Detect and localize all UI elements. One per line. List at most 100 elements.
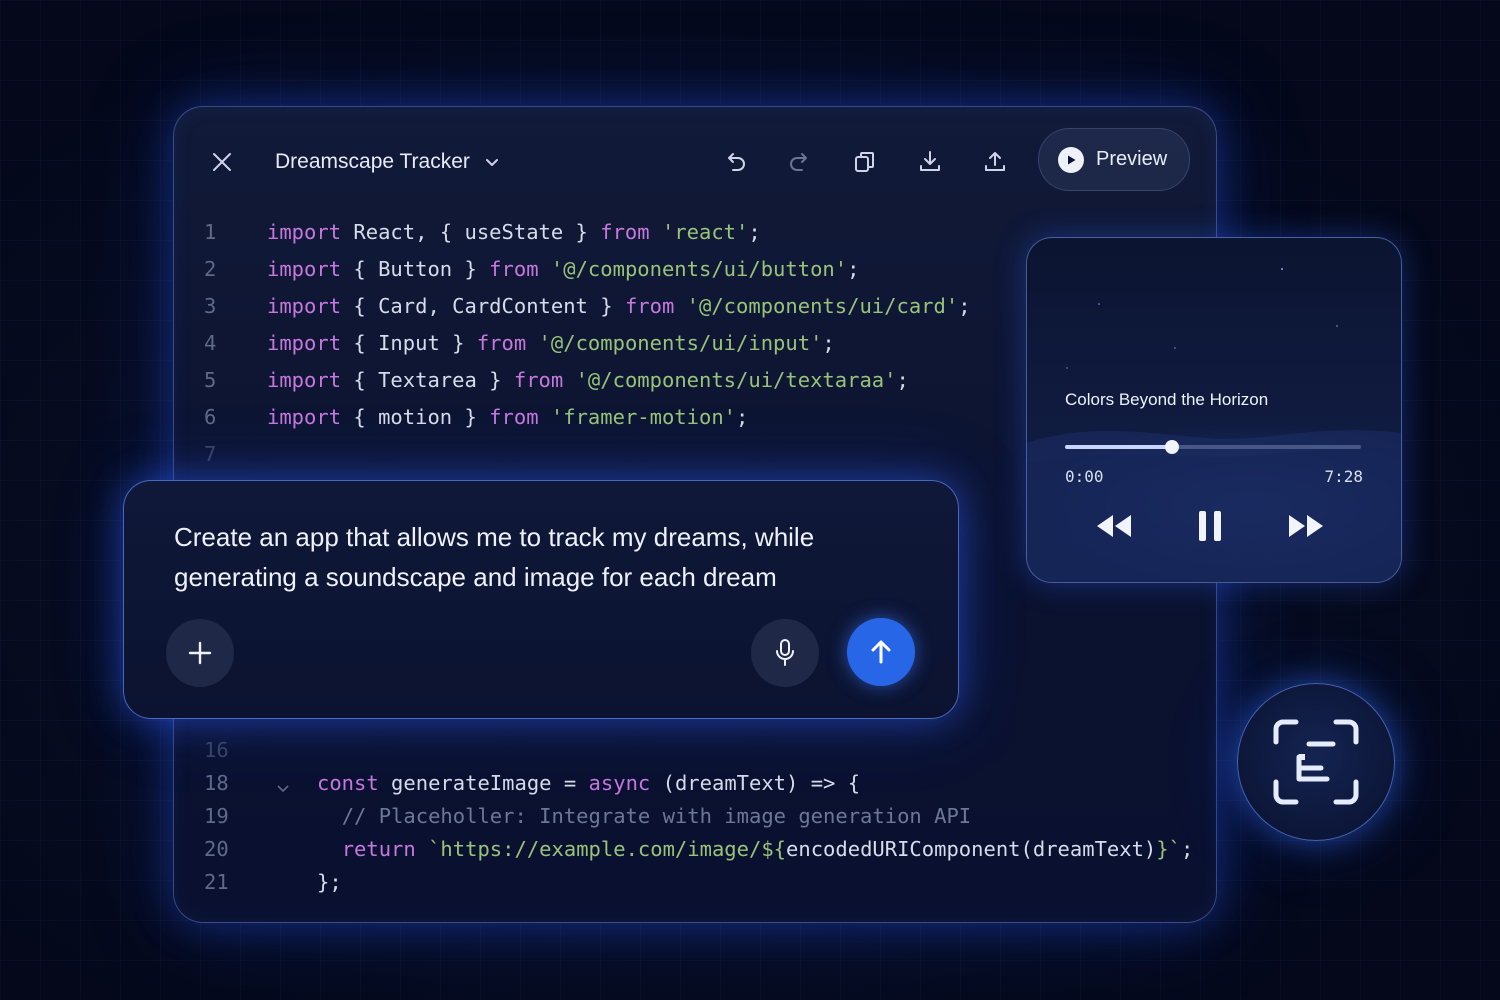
prompt-text[interactable]: Create an app that allows me to track my… — [174, 517, 934, 597]
microphone-button[interactable] — [751, 619, 819, 687]
code-token: async — [588, 771, 651, 795]
project-title: Dreamscape Tracker — [275, 150, 470, 173]
code-token: from — [489, 405, 539, 429]
code-token: encodedURIComponent(dreamText) — [786, 837, 1157, 861]
code-token: '@/components/ui/button' — [550, 257, 848, 281]
code-token: ; — [1180, 837, 1194, 861]
line-number: 21 — [204, 870, 229, 894]
code-token: (dreamText) => { — [650, 771, 861, 795]
prompt-input-box[interactable]: Create an app that allows me to track my… — [123, 480, 959, 719]
line-number: 6 — [204, 405, 217, 429]
line-number: 20 — [204, 837, 229, 861]
track-title: Colors Beyond the Horizon — [1065, 390, 1269, 409]
code-token: { motion } — [341, 405, 490, 429]
preview-label: Preview — [1096, 148, 1168, 170]
plus-icon — [188, 641, 212, 665]
music-player-card: Colors Beyond the Horizon 0:00 7:28 — [1026, 237, 1402, 583]
add-attachment-button[interactable] — [166, 619, 234, 687]
code-token: from — [476, 331, 527, 355]
share-icon — [985, 152, 1005, 171]
code-token: import — [267, 405, 342, 429]
undo-button[interactable] — [717, 143, 755, 181]
copy-icon — [855, 152, 874, 172]
code-token: from — [624, 294, 675, 318]
code-token: import — [267, 294, 342, 318]
code-text: }; — [317, 870, 342, 894]
line-number: 18 — [204, 771, 229, 795]
code-token: '@/components/ui/card' — [686, 294, 959, 318]
progress-handle[interactable] — [1164, 440, 1179, 454]
send-button[interactable] — [847, 618, 915, 686]
redo-button[interactable] — [780, 143, 818, 181]
code-text: import { Textarea } from '@/components/u… — [267, 368, 909, 392]
code-token: import — [267, 331, 342, 355]
rewind-icon — [1097, 515, 1131, 537]
editor-toolbar: Dreamscape Tracker Preview — [174, 107, 1216, 212]
code-token: { Card, CardContent } — [341, 294, 625, 318]
undo-icon — [728, 153, 745, 171]
close-button[interactable] — [204, 144, 240, 180]
line-number: 7 — [204, 442, 217, 466]
project-title-dropdown[interactable]: Dreamscape Tracker — [275, 144, 500, 180]
chevron-down-icon — [484, 154, 500, 170]
fold-chevron-icon[interactable] — [276, 776, 290, 800]
code-token: }` — [1156, 837, 1181, 861]
code-token: }; — [317, 870, 342, 894]
line-number: 1 — [204, 220, 217, 244]
code-token: ; — [736, 405, 749, 429]
microphone-icon — [776, 639, 794, 666]
code-token: import — [267, 220, 342, 244]
pause-button[interactable] — [1190, 506, 1230, 546]
code-text: import { motion } from 'framer-motion'; — [267, 405, 748, 429]
code-token: `https://example.com/image/${ — [428, 837, 787, 861]
code-token: React, { useState } — [341, 220, 601, 244]
code-token: from — [513, 368, 564, 392]
redo-icon — [790, 153, 807, 171]
scan-text-button[interactable] — [1237, 683, 1395, 841]
code-token: // Placeholler: Integrate with image gen… — [341, 804, 972, 828]
progress-bar[interactable] — [1065, 440, 1361, 454]
code-text: return `https://example.com/image/${enco… — [317, 837, 1194, 861]
download-icon — [920, 151, 940, 171]
code-token: 'react' — [661, 220, 749, 244]
line-number: 19 — [204, 804, 229, 828]
code-text: const generateImage = async (dreamText) … — [317, 771, 860, 795]
code-token: ; — [847, 257, 860, 281]
line-number: 4 — [204, 331, 217, 355]
code-text: import { Card, CardContent } from '@/com… — [267, 294, 971, 318]
play-icon — [1058, 146, 1084, 173]
code-token: { Input } — [341, 331, 477, 355]
preview-button[interactable]: Preview — [1038, 128, 1190, 191]
line-number: 16 — [204, 738, 229, 762]
code-token: '@/components/ui/input' — [538, 331, 823, 355]
line-number: 5 — [204, 368, 217, 392]
fast-forward-icon — [1289, 515, 1323, 537]
total-duration: 7:28 — [1324, 467, 1363, 486]
elapsed-time: 0:00 — [1065, 467, 1104, 486]
code-text: import React, { useState } from 'react'; — [267, 220, 761, 244]
rewind-button[interactable] — [1094, 506, 1134, 546]
scan-text-icon — [1273, 719, 1359, 805]
code-token: '@/components/ui/textaraa' — [575, 368, 897, 392]
code-token: 'framer-motion' — [550, 405, 737, 429]
code-text: import { Input } from '@/components/ui/i… — [267, 331, 835, 355]
share-button[interactable] — [976, 143, 1014, 181]
code-token: import — [267, 257, 342, 281]
progress-fill — [1065, 445, 1172, 449]
code-token: { Textarea } — [341, 368, 514, 392]
close-icon — [213, 153, 231, 171]
code-token: import — [267, 368, 342, 392]
download-button[interactable] — [911, 143, 949, 181]
line-number: 2 — [204, 257, 217, 281]
copy-button[interactable] — [846, 143, 884, 181]
pause-icon — [1199, 511, 1221, 541]
fast-forward-button[interactable] — [1286, 506, 1326, 546]
code-token: ; — [748, 220, 761, 244]
code-token: const — [317, 771, 379, 795]
